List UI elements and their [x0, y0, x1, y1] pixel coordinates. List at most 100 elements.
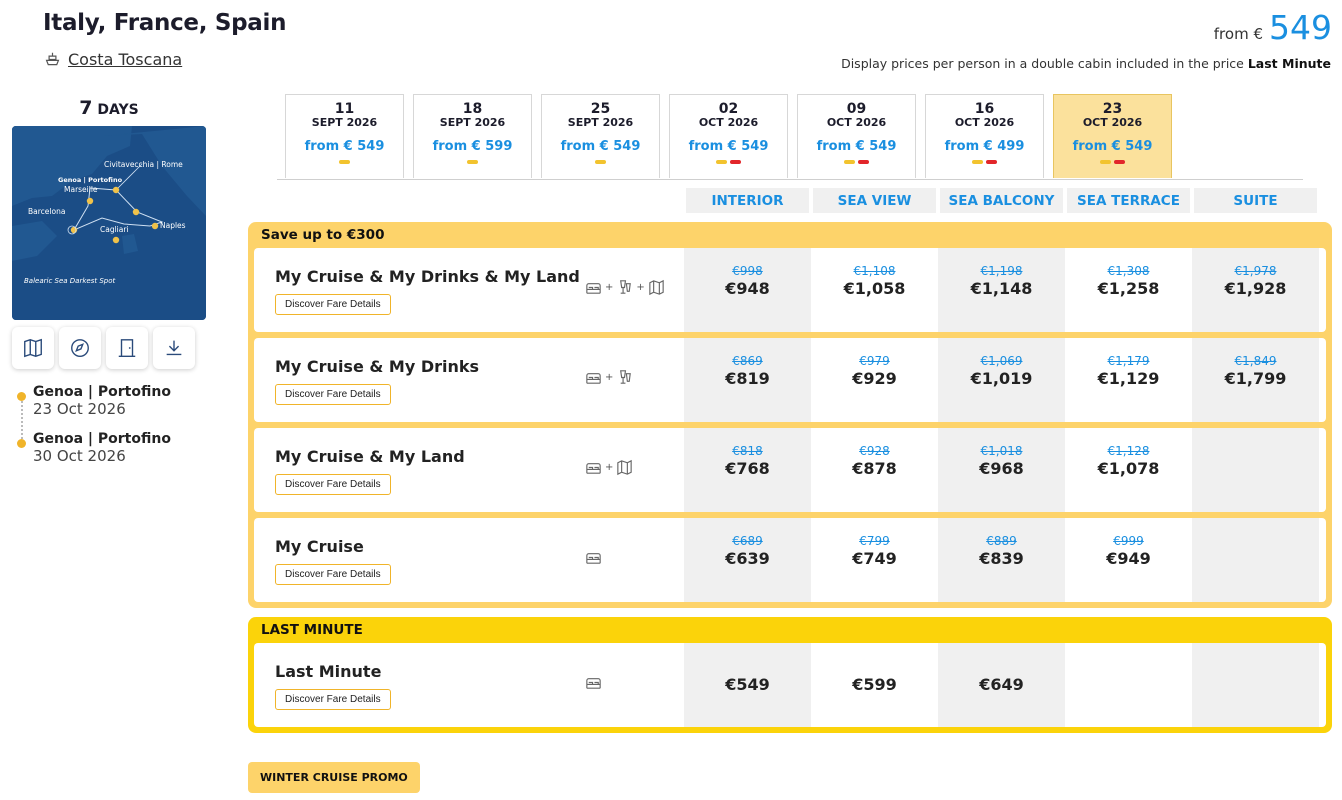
fare-details-button[interactable]: Discover Fare Details	[275, 384, 391, 405]
fare-details-button[interactable]: Discover Fare Details	[275, 474, 391, 495]
date-tab-02[interactable]: 02 OCT 2026 from € 549	[669, 94, 788, 178]
price-cell[interactable]: €928 €878	[811, 428, 938, 512]
compass-icon	[71, 339, 89, 357]
plus-sign: +	[605, 372, 614, 383]
date-tab-16[interactable]: 16 OCT 2026 from € 499	[925, 94, 1044, 178]
price-cell[interactable]: €1,308 €1,258	[1065, 248, 1192, 332]
date-tab-month: OCT 2026	[1082, 116, 1143, 129]
fare-prices: €998 €948 €1,108 €1,058 €1,198 €1,148 €1,308 €1…	[684, 248, 1319, 332]
itinerary-stop: Genoa | Portofino 23 Oct 2026	[17, 384, 171, 431]
date-tab-09[interactable]: 09 OCT 2026 from € 549	[797, 94, 916, 178]
category-interior[interactable]: INTERIOR	[686, 188, 809, 213]
stop-port: Genoa | Portofino	[33, 431, 171, 447]
cabin-categories: INTERIOR SEA VIEW SEA BALCONY SEA TERRAC…	[686, 188, 1317, 213]
price-cell[interactable]: €869 €819	[684, 338, 811, 422]
promo-marker	[595, 160, 606, 164]
price-cell[interactable]: €889 €839	[938, 518, 1065, 602]
date-tab-18[interactable]: 18 SEPT 2026 from € 599	[413, 94, 532, 178]
date-tab-11[interactable]: 11 SEPT 2026 from € 549	[285, 94, 404, 178]
price-cell[interactable]: €998 €948	[684, 248, 811, 332]
date-tab-23[interactable]: 23 OCT 2026 from € 549	[1053, 94, 1172, 178]
price-cell	[1192, 518, 1319, 602]
price-cell[interactable]: €1,128 €1,078	[1065, 428, 1192, 512]
date-tab-price: from € 549	[688, 139, 769, 154]
fare-price: €1,078	[1097, 459, 1160, 478]
ship-link[interactable]: Costa Toscana	[44, 50, 182, 69]
original-price: €999	[1113, 534, 1144, 548]
fare-price: €949	[1106, 549, 1151, 568]
price-cell	[1065, 643, 1192, 727]
date-tab-month: OCT 2026	[954, 116, 1015, 129]
fare-inclusions: +	[584, 458, 634, 477]
category-suite[interactable]: SUITE	[1194, 188, 1317, 213]
compass-button[interactable]	[59, 327, 101, 369]
bed-icon	[586, 463, 601, 474]
price-cell[interactable]: €1,108 €1,058	[811, 248, 938, 332]
fare-inclusions: + +	[584, 278, 666, 297]
price-cell[interactable]: €649	[938, 643, 1065, 727]
map-label-civitavecchia: Civitavecchia | Rome	[104, 160, 183, 169]
category-sea-terrace[interactable]: SEA TERRACE	[1067, 188, 1190, 213]
original-price: €998	[732, 264, 763, 278]
price-cell[interactable]: €1,978 €1,928	[1192, 248, 1319, 332]
last-minute-marker	[730, 160, 741, 164]
price-cell[interactable]: €1,018 €968	[938, 428, 1065, 512]
trip-title: Italy, France, Spain	[43, 10, 287, 36]
original-price: €1,308	[1107, 264, 1150, 278]
door-button[interactable]	[106, 327, 148, 369]
price-cell[interactable]: €1,198 €1,148	[938, 248, 1065, 332]
date-tab-day: 23	[1102, 101, 1123, 117]
price-cell[interactable]: €1,069 €1,019	[938, 338, 1065, 422]
original-price: €1,978	[1234, 264, 1277, 278]
price-cell[interactable]: €689 €639	[684, 518, 811, 602]
bed-icon	[586, 678, 601, 689]
price-cell[interactable]: €818 €768	[684, 428, 811, 512]
map-label-marseille: Marseille	[64, 185, 98, 194]
category-sea-view[interactable]: SEA VIEW	[813, 188, 936, 213]
date-tab-25[interactable]: 25 SEPT 2026 from € 549	[541, 94, 660, 178]
price-cell[interactable]: €799 €749	[811, 518, 938, 602]
price-cell[interactable]: €549	[684, 643, 811, 727]
fare-price: €1,928	[1224, 279, 1287, 298]
fare-price: €749	[852, 549, 897, 568]
date-tab-price: from € 549	[560, 139, 641, 154]
bed-icon	[586, 283, 601, 294]
fare-price: €878	[852, 459, 897, 478]
promo-marker	[972, 160, 983, 164]
category-sea-balcony[interactable]: SEA BALCONY	[940, 188, 1063, 213]
fare-price: €948	[725, 279, 770, 298]
map-label-barcelona: Barcelona	[28, 207, 65, 216]
plus-sign: +	[605, 462, 614, 473]
map-view-button[interactable]	[12, 327, 54, 369]
drink-icon	[620, 370, 632, 384]
price-cell[interactable]: €1,849 €1,799	[1192, 338, 1319, 422]
promo-badge[interactable]: WINTER CRUISE PROMO	[248, 762, 420, 793]
original-price: €1,108	[853, 264, 896, 278]
price-note-strong: Last Minute	[1247, 56, 1331, 71]
fare-details-button[interactable]: Discover Fare Details	[275, 294, 391, 315]
download-button[interactable]	[153, 327, 195, 369]
stop-dot	[17, 392, 26, 401]
route-map[interactable]: Civitavecchia | Rome Genoa | Portofino M…	[12, 126, 206, 320]
fare-group-title: LAST MINUTE	[261, 622, 363, 638]
date-tab-month: SEPT 2026	[311, 116, 378, 129]
fare-details-button[interactable]: Discover Fare Details	[275, 689, 391, 710]
fare-row: My Cruise & My Drinks Discover Fare Detai…	[254, 338, 1326, 422]
stop-date: 23 Oct 2026	[33, 400, 126, 418]
original-price: €869	[732, 354, 763, 368]
price-cell[interactable]: €599	[811, 643, 938, 727]
fare-price: €819	[725, 369, 770, 388]
drink-icon	[620, 280, 632, 294]
price-cell[interactable]: €1,179 €1,129	[1065, 338, 1192, 422]
fare-inclusions	[584, 548, 603, 567]
original-price: €1,128	[1107, 444, 1150, 458]
fare-price: €1,058	[843, 279, 906, 298]
fare-inclusions: +	[584, 368, 634, 387]
date-tab-markers	[798, 160, 915, 164]
fare-group-title: Save up to €300	[261, 227, 385, 243]
fare-details-button[interactable]: Discover Fare Details	[275, 564, 391, 585]
original-price: €689	[732, 534, 763, 548]
price-cell[interactable]: €999 €949	[1065, 518, 1192, 602]
price-cell[interactable]: €979 €929	[811, 338, 938, 422]
date-tab-day: 18	[462, 101, 483, 117]
